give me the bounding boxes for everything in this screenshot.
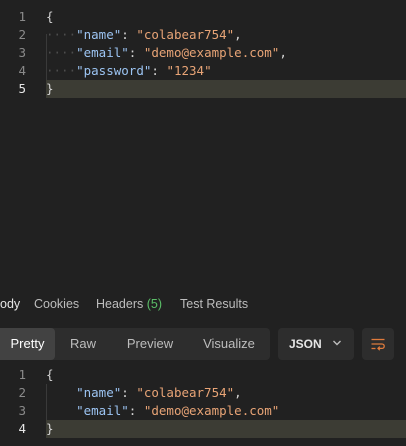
- tab-test-results[interactable]: Test Results: [180, 297, 248, 311]
- code-text: "email": "demo@example.com": [46, 402, 406, 420]
- code-text: ····"password": "1234": [46, 62, 406, 80]
- whitespace-marker: ····: [46, 63, 77, 78]
- line-number: 1: [18, 9, 26, 24]
- code-line: 5}: [0, 80, 406, 98]
- line-number: 2: [18, 385, 26, 400]
- code-text: {: [46, 8, 406, 26]
- whitespace-marker: ····: [46, 27, 77, 42]
- line-number: 2: [18, 27, 26, 42]
- tab-headers[interactable]: Headers (5): [96, 297, 162, 311]
- json-key: "password": [76, 63, 152, 78]
- wrap-lines-button[interactable]: [362, 328, 394, 360]
- code-text: ····"email": "demo@example.com",: [46, 44, 406, 62]
- visualize-button[interactable]: Visualize: [192, 328, 266, 360]
- json-punctuation: ,: [279, 45, 287, 60]
- json-string: "1234": [166, 63, 212, 78]
- response-tabs: ody Cookies Headers (5) Test Results: [0, 292, 406, 318]
- json-punctuation: }: [46, 81, 54, 96]
- json-punctuation: ,: [234, 27, 242, 42]
- json-key: "email": [76, 45, 129, 60]
- json-string: "colabear754": [136, 385, 235, 400]
- tab-body[interactable]: ody: [0, 297, 20, 311]
- code-line: 3 ····"email": "demo@example.com",: [0, 44, 406, 62]
- json-punctuation: :: [128, 45, 144, 60]
- code-text: {: [46, 366, 406, 384]
- response-toolbar: Pretty Raw Preview Visualize JSON: [0, 328, 406, 360]
- whitespace-marker: ····: [46, 45, 77, 60]
- json-punctuation: :: [121, 27, 137, 42]
- pretty-button[interactable]: Pretty: [0, 328, 55, 360]
- line-number: 5: [18, 81, 26, 96]
- json-key: "name": [76, 385, 122, 400]
- line-number: 4: [18, 421, 26, 436]
- json-string: "demo@example.com": [143, 403, 280, 418]
- json-punctuation: ,: [234, 385, 242, 400]
- response-body-viewer[interactable]: 1{2 "name": "colabear754", 3 "email": "de…: [0, 366, 406, 438]
- json-string: "colabear754": [136, 27, 235, 42]
- code-line: 1{: [0, 8, 406, 26]
- view-mode-group: Pretty Raw Preview Visualize: [0, 328, 270, 360]
- tab-headers-label: Headers: [96, 297, 144, 311]
- code-text: "name": "colabear754",: [46, 384, 406, 402]
- line-number: 3: [18, 45, 26, 60]
- json-key: "email": [76, 403, 129, 418]
- headers-count-badge: (5): [146, 297, 163, 311]
- code-text: }: [46, 80, 406, 98]
- json-punctuation: :: [128, 403, 144, 418]
- json-punctuation: :: [121, 385, 137, 400]
- chevron-down-icon: [333, 340, 341, 346]
- code-text: ····"name": "colabear754",: [46, 26, 406, 44]
- request-body-editor[interactable]: 1{2 ····"name": "colabear754", 3 ····"email…: [0, 8, 406, 98]
- json-string: "demo@example.com": [143, 45, 280, 60]
- format-select[interactable]: JSON: [278, 328, 354, 360]
- code-line: 1{: [0, 366, 406, 384]
- json-punctuation: }: [46, 421, 54, 436]
- tab-cookies[interactable]: Cookies: [34, 297, 79, 311]
- json-punctuation: {: [46, 367, 54, 382]
- whitespace-marker: [46, 403, 76, 418]
- format-select-value: JSON: [289, 337, 322, 351]
- code-line: 2 "name": "colabear754",: [0, 384, 406, 402]
- preview-button[interactable]: Preview: [114, 328, 186, 360]
- code-line: 4}: [0, 420, 406, 438]
- json-key: "name": [76, 27, 122, 42]
- code-text: }: [46, 420, 406, 438]
- json-punctuation: :: [151, 63, 167, 78]
- raw-button[interactable]: Raw: [58, 328, 108, 360]
- line-number: 3: [18, 403, 26, 418]
- json-punctuation: {: [46, 9, 54, 24]
- code-line: 2 ····"name": "colabear754",: [0, 26, 406, 44]
- line-number: 1: [18, 367, 26, 382]
- wrap-lines-icon: [371, 338, 385, 351]
- line-number: 4: [18, 63, 26, 78]
- code-line: 3 "email": "demo@example.com": [0, 402, 406, 420]
- code-line: 4 ····"password": "1234": [0, 62, 406, 80]
- whitespace-marker: [46, 385, 76, 400]
